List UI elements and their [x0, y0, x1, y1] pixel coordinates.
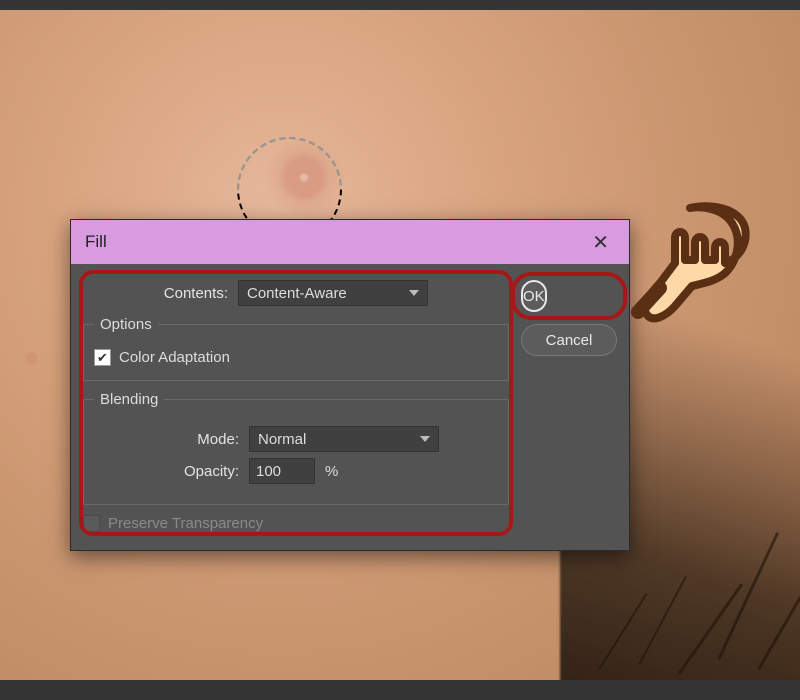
color-adaptation-row: ✔ Color Adaptation	[94, 349, 498, 366]
mode-select[interactable]: Normal	[249, 426, 439, 452]
mode-value: Normal	[258, 431, 306, 448]
opacity-unit: %	[325, 463, 338, 480]
preserve-transparency-checkbox	[83, 515, 100, 532]
blending-fieldset: Blending Mode: Normal Opacity: 100 %	[83, 391, 509, 505]
options-fieldset: Options ✔ Color Adaptation	[83, 316, 509, 381]
color-adaptation-checkbox[interactable]: ✔	[94, 349, 111, 366]
mode-row: Mode: Normal	[94, 426, 498, 452]
blending-legend: Blending	[94, 391, 164, 408]
dialog-title: Fill	[85, 232, 107, 252]
preserve-transparency-label: Preserve Transparency	[108, 515, 263, 532]
ok-button-wrap: OK	[521, 280, 617, 312]
contents-value: Content-Aware	[247, 285, 347, 302]
options-legend: Options	[94, 316, 158, 333]
opacity-row: Opacity: 100 %	[94, 458, 498, 484]
dialog-right-column: OK Cancel	[521, 274, 617, 532]
close-icon[interactable]: ✕	[586, 226, 615, 259]
ok-button[interactable]: OK	[521, 280, 547, 312]
dialog-titlebar[interactable]: Fill ✕	[71, 220, 629, 264]
chevron-down-icon	[420, 436, 430, 442]
chevron-down-icon	[409, 290, 419, 296]
contents-label: Contents:	[83, 285, 228, 302]
mode-label: Mode:	[94, 431, 239, 448]
color-adaptation-label: Color Adaptation	[119, 349, 230, 366]
contents-select[interactable]: Content-Aware	[238, 280, 428, 306]
fill-dialog: Fill ✕ Contents: Content-Aware Options ✔…	[70, 219, 630, 551]
contents-row: Contents: Content-Aware	[83, 280, 509, 306]
dialog-left-column: Contents: Content-Aware Options ✔ Color …	[83, 274, 509, 532]
cancel-button[interactable]: Cancel	[521, 324, 617, 356]
preserve-transparency-row: Preserve Transparency	[83, 515, 509, 532]
dialog-body: Contents: Content-Aware Options ✔ Color …	[71, 264, 629, 550]
opacity-input[interactable]: 100	[249, 458, 315, 484]
opacity-label: Opacity:	[94, 463, 239, 480]
